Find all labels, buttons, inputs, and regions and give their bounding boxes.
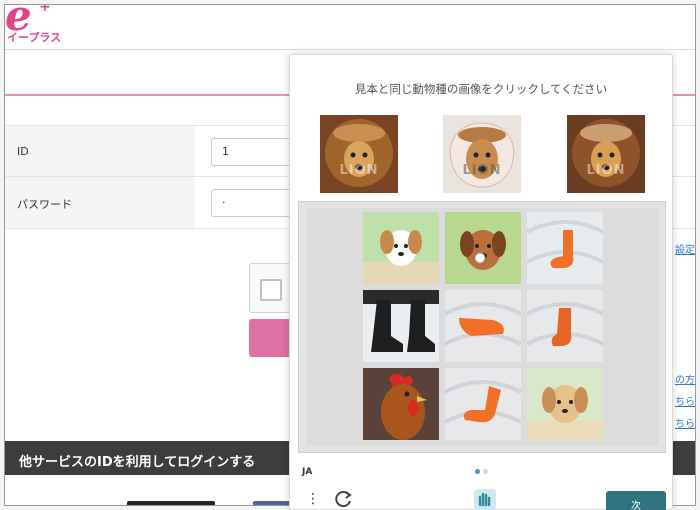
menu-dots-icon[interactable]: ⋮ — [306, 491, 320, 507]
grid-tile-1[interactable] — [363, 212, 439, 284]
hcaptcha-logo-icon[interactable] — [472, 487, 498, 510]
sample-watermark: LION — [586, 163, 626, 178]
logo-text: イープラス — [7, 31, 62, 44]
page-indicator-active — [475, 469, 480, 474]
puppy-icon — [527, 368, 603, 440]
image-grid — [307, 208, 659, 446]
eplus-logo[interactable]: e + イープラス — [5, 5, 65, 49]
next-button[interactable]: 次 — [606, 491, 666, 510]
grid-tile-2[interactable] — [445, 212, 521, 284]
sample-watermark: LION — [462, 163, 502, 178]
grid-tile-6[interactable] — [527, 290, 603, 362]
challenge-area — [298, 201, 666, 453]
puppy-icon — [445, 212, 521, 284]
refresh-icon[interactable] — [334, 489, 354, 510]
captcha-checkbox[interactable] — [260, 279, 282, 301]
social-login-button-1[interactable] — [127, 501, 215, 505]
sock-icon — [527, 290, 603, 362]
id-label: ID — [5, 126, 195, 176]
boots-icon — [363, 290, 439, 362]
here-link-1[interactable]: ちら — [675, 393, 695, 408]
page-indicator-idle — [483, 469, 488, 474]
grid-tile-3[interactable] — [527, 212, 603, 284]
grid-tile-5[interactable] — [445, 290, 521, 362]
social-login-button-2[interactable] — [253, 501, 293, 505]
grid-tile-8[interactable] — [445, 368, 521, 440]
language-selector[interactable]: JA — [302, 467, 312, 477]
lion-dog-sample-icon — [443, 115, 521, 193]
header-divider — [5, 49, 695, 50]
captcha-challenge: 見本と同じ動物種の画像をクリックしてください LION LION LION JA… — [289, 54, 673, 510]
captcha-prompt: 見本と同じ動物種の画像をクリックしてください — [354, 82, 608, 96]
lion-dog-sample-icon — [320, 115, 398, 193]
logo-plus: + — [39, 4, 51, 15]
first-time-link[interactable]: の方 — [675, 371, 695, 386]
grid-tile-4[interactable] — [363, 290, 439, 362]
sample-image-1: LION — [320, 115, 398, 193]
sample-watermark: LION — [339, 163, 379, 178]
settings-link[interactable]: 設定 — [675, 241, 695, 256]
sock-icon — [445, 290, 521, 362]
sock-icon — [445, 368, 521, 440]
lion-dog-sample-icon — [567, 115, 645, 193]
sample-image-2: LION — [443, 115, 521, 193]
password-label: パスワード — [5, 177, 195, 228]
grid-tile-7[interactable] — [363, 368, 439, 440]
sample-images: LION LION LION — [290, 115, 672, 195]
sample-image-3: LION — [567, 115, 645, 193]
here-link-2[interactable]: ちら — [675, 415, 695, 430]
puppy-icon — [363, 212, 439, 284]
rooster-icon — [363, 368, 439, 440]
grid-tile-9[interactable] — [527, 368, 603, 440]
sock-icon — [527, 212, 603, 284]
